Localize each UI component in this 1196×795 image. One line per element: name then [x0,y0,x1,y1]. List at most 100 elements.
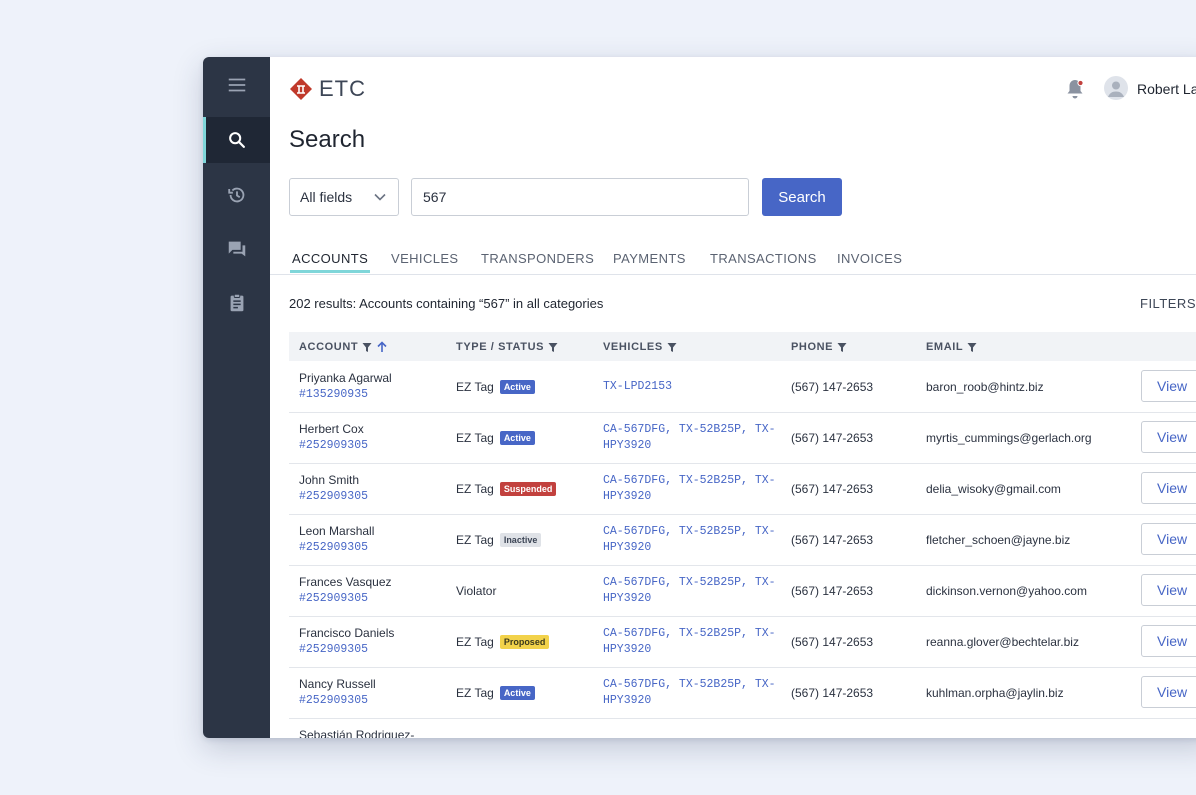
column-header-vehicles[interactable]: VEHICLES [603,341,677,353]
email: kuhlman.orpha@jaylin.biz [926,686,1064,700]
brand-name: ETC [319,76,366,101]
tab-invoices[interactable]: INVOICES [837,251,902,272]
vehicles-link[interactable]: CA-567DFG, TX-52B25P, TX-HPY3920 [603,524,779,556]
table-row[interactable]: Herbert Cox #252909305 EZ Tag Active CA-… [289,412,1196,464]
notification-bell-icon[interactable] [1065,78,1085,100]
search-input[interactable] [411,178,749,216]
column-header-type-status[interactable]: TYPE / STATUS [456,341,558,353]
tab-vehicles[interactable]: VEHICLES [391,251,459,272]
status-badge: Active [499,431,535,445]
vehicles-link[interactable]: CA-567DFG, TX-52B25P, TX-HPY3920 [603,677,779,709]
phone: (567) 147-2653 [791,686,874,700]
history-icon [227,187,244,203]
view-button[interactable]: View [1141,676,1196,708]
filter-icon[interactable] [837,342,847,353]
sort-ascending-icon[interactable] [376,341,388,353]
account-name: Frances Vasquez [299,575,392,589]
table-row[interactable]: Leon Marshall #252909305 EZ Tag Inactive… [289,514,1196,566]
sidebar-item-history[interactable] [203,172,270,218]
tab-transponders[interactable]: TRANSPONDERS [481,251,594,272]
sidebar-item-search[interactable] [203,117,270,163]
type-status: EZ Tag Suspended [456,482,557,496]
account-id-link[interactable]: #252909305 [299,592,368,605]
filter-icon[interactable] [548,342,558,353]
vehicles-link[interactable]: CA-567DFG, TX-52B25P, TX-HPY3920 [603,575,779,607]
menu-icon [228,78,245,92]
table-row[interactable]: Sebastián Rodriguez- [289,718,1196,738]
account-id-link[interactable]: #252909305 [299,694,368,707]
account-name: Francisco Daniels [299,626,395,640]
vehicles-link[interactable]: CA-567DFG, TX-52B25P, TX-HPY3920 [603,626,779,658]
filter-icon[interactable] [667,342,677,353]
tab-payments[interactable]: PAYMENTS [613,251,686,272]
account-id-link[interactable]: #252909305 [299,643,368,656]
menu-button[interactable] [203,62,270,108]
table-row[interactable]: Priyanka Agarwal #135290935 EZ Tag Activ… [289,361,1196,413]
sidebar-item-tasks[interactable] [203,280,270,326]
account-id-link[interactable]: #252909305 [299,439,368,452]
email: fletcher_schoen@jayne.biz [926,533,1071,547]
email: reanna.glover@bechtelar.biz [926,635,1079,649]
filter-icon[interactable] [362,342,372,353]
search-field-select[interactable]: All fields [289,178,399,216]
tab-transactions[interactable]: TRANSACTIONS [710,251,817,272]
view-button[interactable]: View [1141,574,1196,606]
account-name: Priyanka Agarwal [299,371,392,385]
search-icon [228,132,245,148]
search-field-value: All fields [300,189,353,205]
view-button[interactable]: View [1141,370,1196,402]
main-content: ETC Robert Lar Search All fields Search … [270,57,1196,738]
etc-logo-icon [290,78,312,100]
brand-logo[interactable]: ETC [289,76,366,102]
vehicles-link[interactable]: TX-LPD2153 [603,379,779,395]
view-button[interactable]: View [1141,472,1196,504]
table-row[interactable]: Frances Vasquez #252909305 Violator CA-5… [289,565,1196,617]
account-id-link[interactable]: #135290935 [299,388,368,401]
phone: (567) 147-2653 [791,482,874,496]
chevron-down-icon [374,193,386,201]
sidebar [203,57,270,738]
user-avatar[interactable] [1104,76,1128,100]
view-button[interactable]: View [1141,523,1196,555]
clipboard-icon [230,293,243,312]
vehicles-link[interactable]: CA-567DFG, TX-52B25P, TX-HPY3920 [603,422,779,454]
chat-icon [228,241,245,257]
account-type: EZ Tag [456,635,494,649]
table-row[interactable]: Nancy Russell #252909305 EZ Tag Active C… [289,667,1196,719]
table-header: ACCOUNT TYPE / STATUS VEHICLES PHONE EMA… [289,332,1196,361]
account-id-link[interactable]: #252909305 [299,490,368,503]
view-button[interactable]: View [1141,625,1196,657]
table-row[interactable]: Francisco Daniels #252909305 EZ Tag Prop… [289,616,1196,668]
filters-button[interactable]: FILTERS ▾ [1140,296,1196,312]
filter-icon[interactable] [967,342,977,353]
status-badge: Inactive [499,533,542,547]
phone: (567) 147-2653 [791,635,874,649]
account-type: Violator [456,584,497,598]
vehicles-link[interactable]: CA-567DFG, TX-52B25P, TX-HPY3920 [603,473,779,505]
account-name: Herbert Cox [299,422,364,436]
column-header-account[interactable]: ACCOUNT [299,341,388,353]
type-status: EZ Tag Inactive [456,533,542,547]
sidebar-item-messages[interactable] [203,226,270,272]
column-header-email[interactable]: EMAIL [926,341,977,353]
status-badge: Active [499,686,535,700]
search-button[interactable]: Search [762,178,842,216]
account-type: EZ Tag [456,482,494,496]
phone: (567) 147-2653 [791,584,874,598]
phone: (567) 147-2653 [791,431,874,445]
page-title: Search [289,126,366,153]
user-avatar-icon [1108,81,1124,97]
tab-accounts[interactable]: ACCOUNTS [289,251,371,273]
filters-label: FILTERS [1140,296,1196,311]
view-button[interactable]: View [1141,421,1196,453]
phone: (567) 147-2653 [791,380,874,394]
column-header-phone[interactable]: PHONE [791,341,847,353]
user-name[interactable]: Robert Lar [1137,81,1196,97]
email: dickinson.vernon@yahoo.com [926,584,1087,598]
type-status: EZ Tag Active [456,686,535,700]
email: delia_wisoky@gmail.com [926,482,1061,496]
table-row[interactable]: John Smith #252909305 EZ Tag Suspended C… [289,463,1196,515]
account-id-link[interactable]: #252909305 [299,541,368,554]
email: baron_roob@hintz.biz [926,380,1044,394]
type-status: EZ Tag Active [456,380,535,394]
